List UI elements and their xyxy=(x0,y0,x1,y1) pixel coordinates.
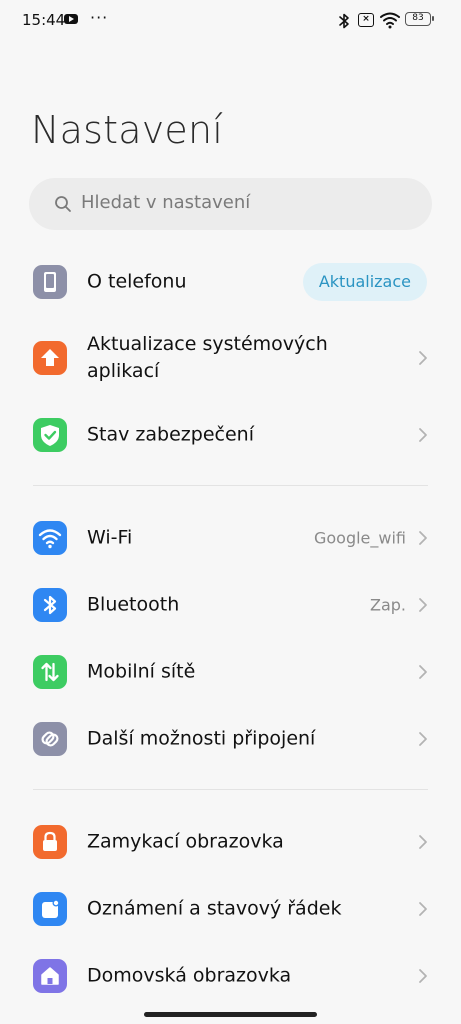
update-badge-button[interactable]: Aktualizace xyxy=(302,262,427,301)
lock-icon xyxy=(33,824,67,859)
settings-item-home-screen[interactable]: Domovská obrazovka xyxy=(0,942,461,1009)
battery-icon: 83 xyxy=(405,12,434,26)
chevron-right-icon xyxy=(419,968,427,983)
settings-item-about-phone[interactable]: O telefonu Aktualizace xyxy=(0,248,461,315)
chevron-right-icon xyxy=(419,427,427,442)
settings-item-label: Bluetooth xyxy=(87,593,180,615)
settings-item-label: Zamykací obrazovka xyxy=(87,830,284,852)
chevron-right-icon xyxy=(419,834,427,849)
search-placeholder: Hledat v nastavení xyxy=(81,192,251,213)
notification-icon xyxy=(33,891,67,926)
bluetooth-icon xyxy=(33,587,67,622)
shield-check-icon xyxy=(33,417,67,452)
chevron-right-icon xyxy=(419,597,427,612)
mobile-data-icon xyxy=(33,654,67,689)
settings-item-system-app-updates[interactable]: Aktualizace systémových aplikací xyxy=(0,315,461,401)
section-divider xyxy=(33,485,428,486)
settings-item-security-status[interactable]: Stav zabezpečení xyxy=(0,401,461,468)
settings-item-bluetooth[interactable]: Bluetooth Zap. xyxy=(0,571,461,638)
bluetooth-status-icon xyxy=(339,13,349,29)
chevron-right-icon xyxy=(419,530,427,545)
settings-item-value: Google_wifi xyxy=(313,528,406,547)
phone-icon xyxy=(33,264,67,299)
arrow-up-icon xyxy=(33,341,67,375)
settings-item-more-connections[interactable]: Další možnosti připojení xyxy=(0,705,461,772)
home-icon xyxy=(33,958,67,993)
search-input[interactable]: Hledat v nastavení xyxy=(29,178,432,230)
status-time: 15:44 xyxy=(22,11,66,29)
page-title: Nastavení xyxy=(31,108,224,152)
settings-item-label: Oznámení a stavový řádek xyxy=(87,897,342,919)
no-sim-icon: × xyxy=(358,13,374,27)
chevron-right-icon xyxy=(419,664,427,679)
settings-item-label: Další možnosti připojení xyxy=(87,727,316,749)
settings-item-lock-screen[interactable]: Zamykací obrazovka xyxy=(0,808,461,875)
youtube-notification-icon xyxy=(64,14,78,24)
settings-item-label: Mobilní sítě xyxy=(87,660,196,682)
settings-item-wifi[interactable]: Wi-Fi Google_wifi xyxy=(0,504,461,571)
settings-item-notifications[interactable]: Oznámení a stavový řádek xyxy=(0,875,461,942)
settings-item-label: Aktualizace systémových aplikací xyxy=(87,333,328,382)
more-notifications-icon: ··· xyxy=(90,8,109,27)
settings-item-label: Stav zabezpečení xyxy=(87,423,254,445)
search-icon xyxy=(55,196,71,212)
chevron-right-icon xyxy=(419,731,427,746)
settings-item-mobile-networks[interactable]: Mobilní sítě xyxy=(0,638,461,705)
chevron-right-icon xyxy=(419,901,427,916)
chevron-right-icon xyxy=(419,351,427,365)
settings-item-label: Domovská obrazovka xyxy=(87,964,292,986)
settings-item-value: Zap. xyxy=(369,595,406,614)
link-icon xyxy=(33,721,67,756)
settings-list: O telefonu Aktualizace Aktualizace systé… xyxy=(0,248,461,1009)
section-divider xyxy=(33,789,428,790)
wifi-icon xyxy=(33,520,67,555)
wifi-status-icon xyxy=(380,12,400,29)
status-bar: 15:44 ··· × 83 xyxy=(0,0,461,42)
home-indicator[interactable] xyxy=(144,1012,317,1017)
